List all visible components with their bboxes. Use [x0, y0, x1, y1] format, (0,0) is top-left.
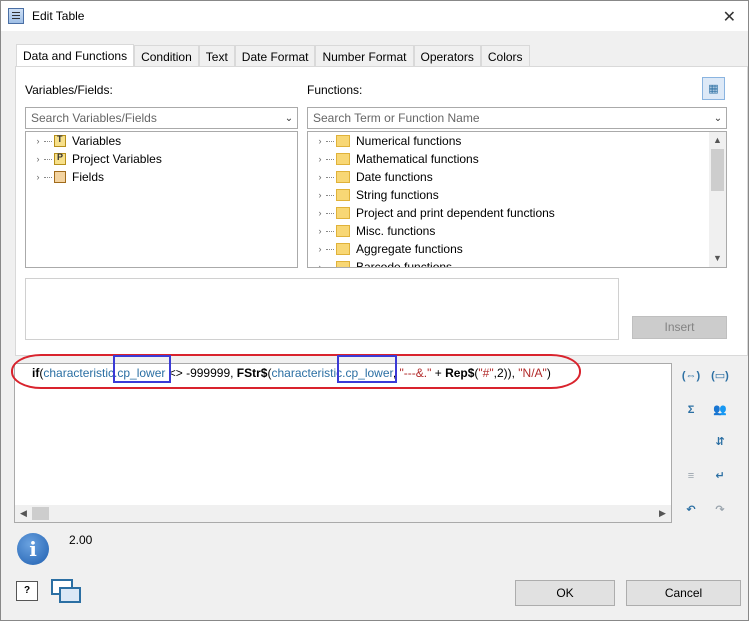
insert-button[interactable]: Insert — [632, 316, 727, 339]
expand-arrow-icon[interactable]: › — [314, 226, 326, 236]
expand-arrow-icon[interactable]: › — [32, 154, 44, 164]
variables-search-input[interactable]: Search Variables/Fields — [26, 111, 281, 125]
expand-arrow-icon[interactable]: › — [314, 244, 326, 254]
functions-search-input[interactable]: Search Term or Function Name — [308, 111, 710, 125]
variable-icon — [54, 134, 66, 147]
tree-node-string-functions[interactable]: › String functions — [308, 186, 726, 204]
scroll-thumb[interactable] — [32, 507, 49, 520]
tree-node-label: Barcode functions — [356, 260, 453, 268]
tree-node-project-print-functions[interactable]: › Project and print dependent functions — [308, 204, 726, 222]
edit-table-dialog: Edit Table ✕ Data and Functions Conditio… — [0, 0, 749, 621]
tree-node-numerical-functions[interactable]: › Numerical functions — [308, 132, 726, 150]
variables-label: Variables/Fields: — [25, 83, 113, 97]
redo-icon[interactable]: ↷ — [709, 499, 731, 521]
tree-node-label: Numerical functions — [356, 134, 462, 148]
expand-arrow-icon[interactable]: › — [314, 136, 326, 146]
undo-icon[interactable]: ↶ — [680, 499, 702, 521]
scroll-down-icon[interactable]: ▼ — [709, 250, 726, 267]
wrap-line-icon[interactable]: ⇵ — [709, 431, 731, 453]
tab-condition[interactable]: Condition — [134, 45, 199, 67]
title-bar: Edit Table ✕ — [1, 1, 748, 31]
expand-arrow-icon[interactable]: › — [314, 262, 326, 267]
functions-label: Functions: — [307, 83, 363, 97]
expand-arrow-icon[interactable]: › — [314, 154, 326, 164]
expand-arrow-icon[interactable]: › — [314, 172, 326, 182]
tab-colors[interactable]: Colors — [480, 45, 530, 67]
folder-icon — [336, 261, 350, 267]
tree-node-misc-functions[interactable]: › Misc. functions — [308, 222, 726, 240]
close-button[interactable]: ✕ — [723, 7, 736, 27]
expand-arrow-icon[interactable]: › — [314, 190, 326, 200]
scroll-right-icon[interactable]: ▶ — [654, 505, 671, 522]
tree-node-project-variables[interactable]: › Project Variables — [26, 150, 297, 168]
variables-tree: › Variables › Project Variables › Fields — [25, 131, 298, 268]
scroll-up-icon[interactable]: ▲ — [709, 132, 726, 149]
tab-number-format[interactable]: Number Format — [315, 45, 414, 67]
functions-scrollbar[interactable]: ▲ ▼ — [709, 132, 726, 267]
tree-node-variables[interactable]: › Variables — [26, 132, 297, 150]
scroll-thumb[interactable] — [711, 149, 724, 191]
sum-variable-icon[interactable]: Σ — [680, 399, 702, 421]
blue-highlight-box — [337, 355, 397, 383]
expand-arrow-icon[interactable]: › — [32, 136, 44, 146]
folder-icon — [336, 225, 350, 237]
tree-node-label: Variables — [72, 134, 122, 148]
tree-node-barcode-functions[interactable]: › Barcode functions — [308, 258, 726, 268]
expand-arrow-icon[interactable]: › — [314, 208, 326, 218]
tree-node-aggregate-functions[interactable]: › Aggregate functions — [308, 240, 726, 258]
insert-field-icon[interactable]: (▭) — [709, 365, 731, 387]
windows-icon[interactable] — [51, 579, 83, 605]
folder-icon — [336, 243, 350, 255]
variables-search-combo[interactable]: Search Variables/Fields ⌄ — [25, 107, 298, 129]
editor-hscrollbar[interactable]: ◀ ▶ — [15, 505, 671, 522]
function-description-box — [25, 278, 619, 340]
functions-search-combo[interactable]: Search Term or Function Name ⌄ — [307, 107, 727, 129]
red-highlight-ellipse — [11, 354, 581, 389]
tab-data-and-functions[interactable]: Data and Functions — [16, 44, 135, 67]
ok-button[interactable]: OK — [515, 580, 615, 606]
tree-node-label: Fields — [72, 170, 105, 184]
tree-node-label: Aggregate functions — [356, 242, 463, 256]
tree-node-date-functions[interactable]: › Date functions — [308, 168, 726, 186]
indent-icon[interactable]: ≡ — [680, 465, 702, 487]
tab-strip: Data and Functions Condition Text Date F… — [16, 44, 530, 67]
tree-node-label: Date functions — [356, 170, 433, 184]
user-variable-icon[interactable]: 👥 — [709, 399, 731, 421]
tree-node-label: Project Variables — [72, 152, 162, 166]
folder-icon — [336, 153, 350, 165]
functions-tree: › Numerical functions › Mathematical fun… — [307, 131, 727, 268]
project-variable-icon — [54, 152, 66, 165]
tree-node-label: Misc. functions — [356, 224, 436, 238]
chevron-down-icon[interactable]: ⌄ — [281, 113, 297, 124]
folder-icon — [336, 135, 350, 147]
info-icon: i — [17, 533, 49, 565]
window-title: Edit Table — [32, 9, 85, 23]
cancel-button[interactable]: Cancel — [626, 580, 741, 606]
folder-icon — [336, 189, 350, 201]
tab-date-format[interactable]: Date Format — [234, 45, 316, 67]
scroll-left-icon[interactable]: ◀ — [15, 505, 32, 522]
chevron-down-icon[interactable]: ⌄ — [710, 113, 726, 124]
result-bar: i 2.00 — [14, 528, 748, 570]
tab-operators[interactable]: Operators — [413, 45, 481, 67]
tree-node-label: Project and print dependent functions — [356, 206, 555, 220]
blue-highlight-box — [113, 355, 171, 383]
table-icon — [8, 8, 24, 24]
tree-node-label: String functions — [356, 188, 439, 202]
help-icon[interactable]: ? — [16, 581, 38, 601]
tree-node-fields[interactable]: › Fields — [26, 168, 297, 186]
expand-arrow-icon[interactable]: › — [32, 172, 44, 182]
field-icon — [54, 171, 66, 183]
tab-text[interactable]: Text — [198, 45, 235, 67]
tree-node-label: Mathematical functions — [356, 152, 479, 166]
tree-view-toggle-icon[interactable]: ▦ — [702, 77, 725, 100]
folder-icon — [336, 171, 350, 183]
return-icon[interactable]: ↵ — [709, 465, 731, 487]
result-value: 2.00 — [69, 533, 93, 547]
insert-bracket-icon[interactable]: (⇔) — [680, 365, 702, 387]
folder-icon — [336, 207, 350, 219]
tree-node-mathematical-functions[interactable]: › Mathematical functions — [308, 150, 726, 168]
